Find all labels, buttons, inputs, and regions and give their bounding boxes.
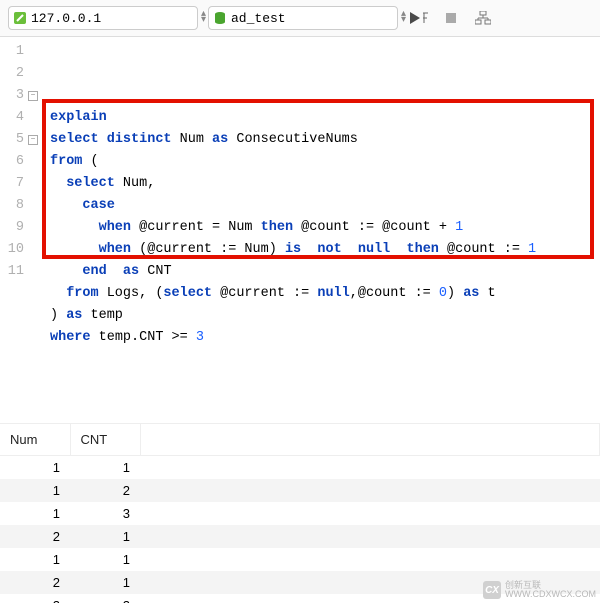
chevron-updown-icon: ▴▾	[199, 12, 208, 24]
line-number: 3−	[0, 85, 38, 107]
results-table[interactable]: NumCNT 11121321112122	[0, 424, 600, 603]
connection-input[interactable]	[31, 11, 199, 26]
line-number: 4	[0, 107, 38, 129]
sql-editor[interactable]: 123−45−67891011 explainselect distinct N…	[0, 37, 600, 353]
cell: 2	[70, 594, 140, 603]
line-number: 1	[0, 41, 38, 63]
code-line[interactable]: ) as temp	[50, 305, 594, 327]
line-number: 7	[0, 173, 38, 195]
explain-tree-button[interactable]	[472, 7, 494, 29]
cell: 3	[70, 502, 140, 525]
cell: 2	[70, 479, 140, 502]
cell: 1	[70, 571, 140, 594]
code-line[interactable]: case	[50, 195, 594, 217]
connection-combo[interactable]: ▴▾	[8, 6, 198, 30]
code-line[interactable]: from Logs, (select @current := null,@cou…	[50, 283, 594, 305]
cell: 1	[70, 548, 140, 571]
line-number: 8	[0, 195, 38, 217]
results-panel: NumCNT 11121321112122	[0, 423, 600, 603]
code-line[interactable]: where temp.CNT >= 3	[50, 327, 594, 349]
database-icon	[213, 10, 227, 26]
chevron-updown-icon: ▴▾	[399, 12, 408, 24]
database-combo[interactable]: ▴▾	[208, 6, 398, 30]
cell: 1	[0, 456, 70, 480]
table-row[interactable]: 21	[0, 525, 600, 548]
cell: 1	[0, 502, 70, 525]
toolbar: ▴▾ ▴▾	[0, 0, 600, 37]
table-row[interactable]: 11	[0, 456, 600, 480]
editor-padding	[0, 353, 600, 423]
line-number: 9	[0, 217, 38, 239]
table-row[interactable]: 11	[0, 548, 600, 571]
line-number: 11	[0, 261, 38, 283]
column-header[interactable]: CNT	[70, 424, 140, 456]
watermark-url: WWW.CDXWCX.COM	[505, 590, 596, 599]
cell: 1	[0, 479, 70, 502]
line-number: 6	[0, 151, 38, 173]
cell: 2	[0, 594, 70, 603]
cell: 2	[0, 525, 70, 548]
column-header[interactable]: Num	[0, 424, 70, 456]
code-line[interactable]: when @current = Num then @count := @coun…	[50, 217, 594, 239]
code-area[interactable]: explainselect distinct Num as Consecutiv…	[44, 37, 600, 353]
cell: 1	[0, 548, 70, 571]
cell: 1	[70, 456, 140, 480]
line-number: 10	[0, 239, 38, 261]
code-line[interactable]: explain	[50, 107, 594, 129]
stop-button[interactable]	[440, 7, 462, 29]
code-line[interactable]: select distinct Num as ConsecutiveNums	[50, 129, 594, 151]
table-row[interactable]: 13	[0, 502, 600, 525]
code-line[interactable]: from (	[50, 151, 594, 173]
database-input[interactable]	[231, 11, 399, 26]
line-number: 5−	[0, 129, 38, 151]
watermark-badge: CX	[483, 581, 501, 599]
table-row[interactable]: 12	[0, 479, 600, 502]
cell: 2	[0, 571, 70, 594]
code-line[interactable]: end as CNT	[50, 261, 594, 283]
watermark: CX 创新互联 WWW.CDXWCX.COM	[483, 581, 596, 599]
code-line[interactable]: select Num,	[50, 173, 594, 195]
fold-icon[interactable]: −	[28, 135, 38, 145]
run-button[interactable]	[408, 7, 430, 29]
cell: 1	[70, 525, 140, 548]
code-line[interactable]: when (@current := Num) is not null then …	[50, 239, 594, 261]
fold-icon[interactable]: −	[28, 91, 38, 101]
connection-icon	[13, 10, 27, 26]
line-number: 2	[0, 63, 38, 85]
line-gutter: 123−45−67891011	[0, 37, 44, 353]
